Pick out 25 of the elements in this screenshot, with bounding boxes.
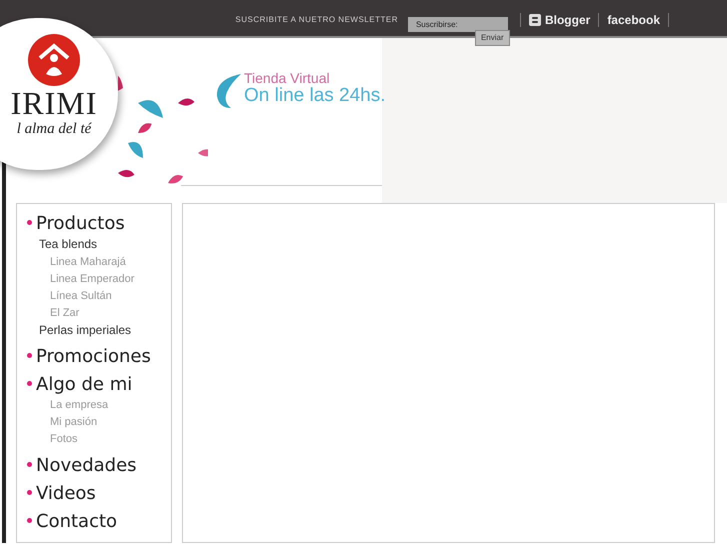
menu-link[interactable]: Promociones	[36, 345, 151, 369]
submenu-link[interactable]: Tea blends	[39, 236, 171, 253]
blogger-icon	[528, 14, 541, 26]
menu-link[interactable]: Productos	[36, 212, 125, 236]
logo-tagline: l alma del té	[16, 120, 92, 138]
bullet-icon	[27, 462, 32, 467]
menu-link[interactable]: Novedades	[36, 454, 137, 478]
bullet-icon	[27, 353, 32, 358]
banner-title: Tienda Virtual	[244, 70, 331, 86]
menu-link[interactable]: Contacto	[36, 510, 118, 534]
banner-subtitle: On line las 24hs.	[244, 86, 386, 106]
facebook-link[interactable]: facebook	[607, 11, 660, 29]
blogger-link[interactable]: Blogger	[544, 11, 590, 29]
menu-link[interactable]: Videos	[36, 482, 96, 506]
bullet-icon	[27, 381, 32, 386]
logo-icon	[28, 34, 80, 86]
logo-name: IRIMI	[10, 86, 98, 120]
menu-link[interactable]: Algo de mi	[36, 373, 132, 397]
bullet-icon	[27, 518, 32, 523]
bullet-icon	[27, 220, 32, 225]
newsletter-label: SUSCRIBITE A NUETRO NEWSLETTER	[235, 14, 398, 26]
submenu-link[interactable]: Perlas imperiales	[39, 322, 171, 339]
submit-button[interactable]: Enviar	[474, 30, 510, 46]
bullet-icon	[27, 490, 32, 495]
newsletter-field[interactable]: Suscribirse:	[408, 17, 508, 32]
